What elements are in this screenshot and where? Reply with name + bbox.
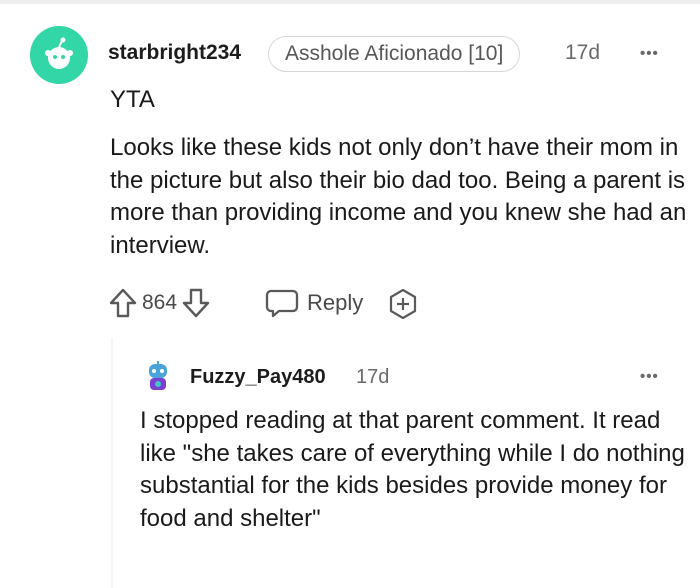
top-divider (0, 0, 700, 4)
reply-username[interactable]: Fuzzy_Pay480 (190, 366, 326, 389)
vote-controls: 864 (108, 286, 211, 320)
snoo-avatar-icon[interactable] (141, 360, 175, 394)
comment-verdict: YTA (110, 86, 155, 113)
reply-more-options-icon[interactable]: ••• (640, 368, 659, 385)
thread-line[interactable] (111, 338, 113, 588)
upvote-arrow-icon[interactable] (108, 287, 138, 319)
user-flair: Asshole Aficionado [10] (268, 36, 521, 72)
comment-body: Looks like these kids not only don’t hav… (110, 134, 687, 259)
reddit-snoo-icon[interactable] (30, 26, 88, 84)
add-award-icon[interactable] (387, 288, 419, 320)
downvote-arrow-icon[interactable] (181, 287, 211, 319)
comment-username[interactable]: starbright234 (108, 41, 241, 65)
reply-body: I stopped reading at that parent comment… (140, 407, 685, 532)
reply-timestamp[interactable]: 17d (356, 366, 389, 389)
vote-score: 864 (142, 291, 178, 314)
reply-label: Reply (307, 290, 364, 315)
reply-button[interactable]: Reply (265, 286, 363, 320)
comment-more-options-icon[interactable]: ••• (640, 45, 659, 62)
speech-bubble-icon (265, 287, 299, 319)
comment-timestamp[interactable]: 17d (565, 41, 600, 65)
